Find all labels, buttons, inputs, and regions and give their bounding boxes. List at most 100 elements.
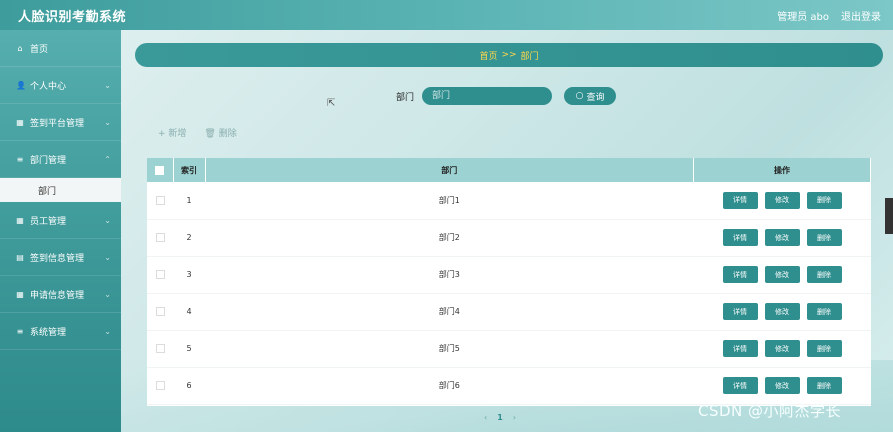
row-department: 部门2: [438, 233, 460, 242]
top-bar: 人脸识别考勤系统 管理员 abo 退出登录: [0, 0, 893, 30]
row-delete-button[interactable]: 删除: [806, 266, 842, 283]
chevron-down-icon: ⌄: [104, 117, 111, 127]
sidebar-item-home[interactable]: ⌂ 首页: [0, 30, 121, 67]
delete-button[interactable]: 🗑 删除: [204, 126, 236, 139]
detail-button[interactable]: 详情: [722, 303, 758, 320]
row-index: 1: [186, 195, 192, 205]
table-row: 2 部门2 详情 修改 删除: [147, 219, 871, 256]
logout-link[interactable]: 退出登录: [841, 8, 881, 23]
row-checkbox-cell[interactable]: [147, 182, 173, 219]
row-checkbox-cell[interactable]: [147, 293, 173, 330]
table-row: 1 部门1 详情 修改 删除: [147, 182, 871, 219]
row-operations: 详情 修改 删除: [694, 219, 871, 256]
sidebar-item-department[interactable]: ≡ 部门管理 ⌃: [0, 141, 121, 178]
header-department: 部门: [205, 158, 694, 182]
detail-button[interactable]: 详情: [722, 266, 758, 283]
row-index: 6: [186, 381, 192, 390]
sidebar: ⌂ 首页 👤 个人中心 ⌄ ▦ 签到平台管理 ⌄ ≡ 部门管理 ⌃ 部门 ▦ 员…: [0, 30, 121, 432]
app-title: 人脸识别考勤系统: [18, 9, 127, 25]
sidebar-item-checkin-info[interactable]: ▤ 签到信息管理 ⌄: [0, 239, 121, 276]
sidebar-subitem-department[interactable]: 部门: [0, 178, 121, 202]
home-icon: ⌂: [17, 43, 23, 53]
edit-button[interactable]: 修改: [764, 191, 800, 209]
data-table: 索引 部门 操作 1 部门1 详情 修改 删除 2 部门2 详情 修改 删除 3…: [147, 158, 871, 406]
row-operations: 详情 修改 删除: [694, 256, 871, 293]
row-checkbox-cell[interactable]: [147, 219, 173, 256]
checkbox[interactable]: [155, 233, 165, 242]
search-button[interactable]: ○ 查询: [564, 87, 617, 105]
sidebar-item-employee[interactable]: ▦ 员工管理 ⌄: [0, 202, 121, 239]
row-delete-button[interactable]: 删除: [806, 229, 842, 246]
row-checkbox-cell[interactable]: [147, 256, 173, 293]
chevron-down-icon: ⌄: [104, 289, 111, 299]
row-checkbox-cell[interactable]: [147, 330, 173, 367]
prev-page-button[interactable]: ‹: [484, 413, 487, 422]
sidebar-item-label: 签到信息管理: [30, 253, 85, 264]
sidebar-item-label: 系统管理: [30, 327, 67, 338]
row-operations: 详情 修改 删除: [694, 293, 871, 330]
sidebar-item-label: 员工管理: [30, 216, 67, 227]
header-index: 索引: [173, 158, 206, 182]
watermark: CSDN @小阿杰学长: [698, 402, 842, 420]
row-department: 部门4: [438, 307, 460, 316]
row-delete-button[interactable]: 删除: [806, 377, 842, 394]
chevron-down-icon: ⌄: [104, 215, 111, 225]
row-delete-button[interactable]: 删除: [806, 340, 842, 357]
grid-icon: ▦: [16, 215, 24, 225]
current-page[interactable]: 1: [497, 413, 503, 422]
sidebar-item-checkin-platform[interactable]: ▦ 签到平台管理 ⌄: [0, 104, 121, 141]
sidebar-item-application-info[interactable]: ▦ 申请信息管理 ⌄: [0, 276, 121, 313]
checkbox[interactable]: [155, 195, 165, 205]
row-department: 部门6: [438, 381, 460, 390]
mouse-cursor-icon: ⇱: [327, 98, 336, 109]
row-index: 4: [186, 307, 192, 316]
chevron-down-icon: ⌄: [104, 80, 111, 90]
edit-button[interactable]: 修改: [764, 340, 800, 357]
row-operations: 详情 修改 删除: [694, 330, 871, 367]
user-label[interactable]: 管理员 abo: [777, 8, 829, 23]
row-department: 部门1: [438, 195, 460, 205]
search-row: 部门 ○ 查询: [396, 87, 617, 105]
edit-button[interactable]: 修改: [764, 303, 800, 320]
row-index: 5: [186, 344, 192, 353]
header-select-all[interactable]: [147, 158, 174, 182]
user-icon: 👤: [16, 80, 26, 90]
search-icon: ○: [575, 91, 584, 101]
pagination: ‹ 1 ›: [484, 413, 516, 422]
detail-button[interactable]: 详情: [722, 377, 758, 394]
detail-button[interactable]: 详情: [722, 340, 758, 357]
row-checkbox-cell[interactable]: [147, 367, 173, 404]
checkbox[interactable]: [155, 270, 165, 279]
checkbox[interactable]: [155, 381, 165, 390]
header-operations: 操作: [693, 158, 871, 182]
doc-icon: ▤: [16, 252, 24, 262]
list-icon: ≡: [16, 154, 24, 164]
table-header-row: 索引 部门 操作: [147, 158, 871, 182]
breadcrumb-separator: >>: [501, 50, 517, 60]
edit-button[interactable]: 修改: [764, 266, 800, 283]
edit-button[interactable]: 修改: [764, 377, 800, 394]
detail-button[interactable]: 详情: [722, 191, 758, 209]
checkbox[interactable]: [155, 307, 165, 316]
checkbox[interactable]: [155, 165, 165, 175]
breadcrumb-home[interactable]: 首页: [479, 49, 497, 62]
chevron-down-icon: ⌄: [104, 252, 111, 262]
detail-button[interactable]: 详情: [722, 229, 758, 246]
sidebar-item-system[interactable]: ≡ 系统管理 ⌄: [0, 313, 121, 350]
row-delete-button[interactable]: 删除: [806, 303, 842, 320]
row-department: 部门5: [438, 344, 460, 353]
checkbox[interactable]: [155, 344, 165, 353]
next-page-button[interactable]: ›: [513, 413, 516, 422]
add-button[interactable]: + 新增: [158, 126, 186, 139]
row-delete-button[interactable]: 删除: [806, 191, 842, 209]
edit-button[interactable]: 修改: [764, 229, 800, 246]
table-row: 4 部门4 详情 修改 删除: [147, 293, 871, 330]
table-row: 6 部门6 详情 修改 删除: [147, 367, 871, 404]
table-row: 5 部门5 详情 修改 删除: [147, 330, 871, 367]
chevron-up-icon: ⌃: [104, 154, 111, 164]
action-bar: + 新增 🗑 删除: [158, 126, 237, 139]
search-input[interactable]: [422, 87, 553, 105]
sidebar-item-profile[interactable]: 👤 个人中心 ⌄: [0, 67, 121, 104]
side-scroll-tab[interactable]: [885, 198, 893, 234]
row-index: 2: [186, 233, 192, 242]
